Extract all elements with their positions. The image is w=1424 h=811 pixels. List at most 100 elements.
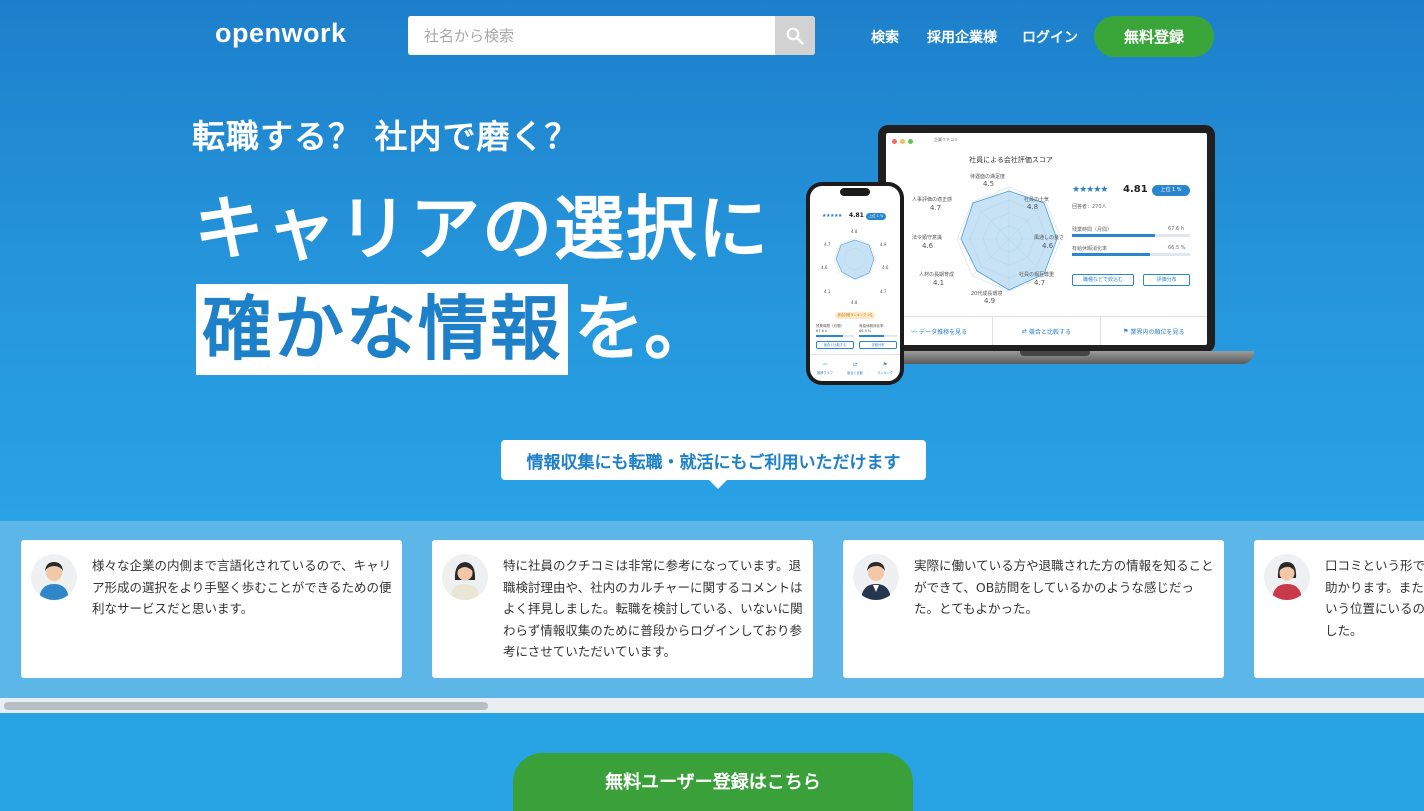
filter-by-job-button[interactable]: 職種などで絞込む (1072, 274, 1134, 286)
phone-mockup: ★★★★★ 4.81 上位 1 % 4.8 4.9 4.6 4.7 4.8 4.… (806, 182, 904, 385)
radar-value: 4.9 (984, 297, 996, 305)
phone-radar-value: 4.6 (821, 265, 828, 270)
user-avatar (853, 554, 899, 600)
testimonial-card: 実際に働いている方や退職された方の情報を知ることができて、OB訪問をしているかの… (843, 540, 1224, 678)
radar-label: 20代成長環境 (971, 291, 1003, 297)
register-button[interactable]: 無料登録 (1094, 16, 1214, 57)
rank-badge: 上位 1 % (1152, 185, 1190, 196)
testimonial-text: 様々な企業の内側まで言語化されているので、キャリア形成の選択をより手堅く歩むこと… (92, 558, 392, 616)
hero-headline-line1: キャリアの選択に (194, 188, 770, 270)
free-signup-button[interactable]: 無料ユーザー登録はこちら (513, 753, 913, 811)
industry-rank-label: 業界内の順位を見る (1130, 328, 1185, 336)
phone-tab-bar: 〰推移グラフ ⇄ 競合と比較 ⚑ ランキング (810, 354, 900, 381)
laptop-tab-label: 企業クチコミ (934, 137, 958, 142)
phone-radar-chart (833, 237, 877, 281)
flag-icon: ⚑ (882, 361, 888, 368)
phone-rating-stars: ★★★★★ (822, 213, 842, 219)
phone-tab-compare[interactable]: ⇄ 競合と比較 (840, 355, 870, 381)
flag-icon: ⚑ (1123, 327, 1131, 335)
phone-notch (840, 188, 870, 196)
radar-value: 4.5 (983, 180, 995, 188)
nav-recruiters[interactable]: 採用企業様 (927, 27, 997, 47)
testimonial-text: 実際に働いている方や退職された方の情報を知ることができて、OB訪問をしているかの… (914, 558, 1214, 616)
hero-headline-line2: 確かな情報 を。 (196, 284, 714, 375)
leave-bar-fill (1072, 253, 1150, 256)
window-dot-red (892, 139, 897, 144)
view-trend-label: データ推移を見る (919, 328, 968, 336)
compare-competitors-label: 競合と比較する (1028, 328, 1071, 336)
testimonials-carousel[interactable]: 様々な企業の内側まで言語化されているので、キャリア形成の選択をより手堅く歩むこと… (0, 521, 1424, 698)
phone-compare-button[interactable]: 競合と比較する (816, 341, 854, 349)
phone-distribution-button[interactable]: 評価分布 (859, 341, 897, 349)
leave-bar (1072, 253, 1190, 256)
phone-stat-bar-fill (816, 335, 843, 337)
phone-radar-value: 4.8 (851, 229, 858, 234)
radar-value: 4.1 (933, 279, 945, 287)
testimonial-text: 特に社員のクチコミは非常に参考になっています。退職検討理由や、社内のカルチャーに… (503, 558, 803, 659)
radar-value: 4.6 (922, 242, 934, 250)
trend-icon: 〰 (822, 362, 828, 368)
laptop-score-title: 社員による会社評価スコア (969, 156, 1053, 164)
laptop-screen-content: 企業クチコミ 社員による会社評価スコア 待遇面の満足度 4.5 社員の士気 4.… (886, 133, 1207, 345)
phone-radar-value: 4.7 (824, 242, 831, 247)
nav-login[interactable]: ログイン (1022, 27, 1078, 47)
radar-label: 人材の長期育成 (919, 272, 955, 278)
radar-value: 4.8 (1027, 203, 1039, 211)
phone-stat-bar (816, 335, 854, 337)
compare-competitors-link[interactable]: ⇄ 競合と比較する (993, 317, 1101, 345)
hero-highlight: 確かな情報 (196, 284, 568, 375)
radar-label: 社員の士気 (1024, 197, 1050, 203)
compare-icon: ⇄ (852, 361, 858, 368)
phone-ranking-pill: 総合評価ランキング 1位 (835, 312, 875, 319)
radar-label: 人事評価の適正感 (912, 197, 953, 203)
rating-distribution-button[interactable]: 評価分布 (1143, 274, 1190, 286)
overtime-value: 67.6 h (1168, 226, 1184, 232)
laptop-footer-actions: 〰 データ推移を見る ⇄ 競合と比較する ⚑ 業界内の順位を見る (886, 316, 1207, 345)
user-avatar (1264, 554, 1310, 600)
laptop-mockup: 企業クチコミ 社員による会社評価スコア 待遇面の満足度 4.5 社員の士気 4.… (878, 125, 1215, 353)
testimonial-card: 口コミという形で企業の内情を知ることができるのは助かります。また経歴を登録するこ… (1254, 540, 1424, 678)
openwork-logo[interactable]: openwork (215, 18, 347, 49)
phone-radar-value: 4.1 (824, 289, 831, 294)
hero-subtitle: 転職する？ 社内で磨く？ (192, 117, 579, 156)
search-box (408, 16, 815, 55)
search-button[interactable] (775, 16, 815, 55)
phone-rating-score: 4.81 (849, 212, 864, 219)
carousel-scrollbar-thumb[interactable] (4, 702, 488, 710)
testimonial-text: 口コミという形で企業の内情を知ることができるのは助かります。また経歴を登録するこ… (1325, 558, 1424, 638)
radar-label: 社員の相互尊重 (1019, 272, 1055, 278)
phone-rank-badge: 上位 1 % (866, 213, 886, 220)
phone-stat-value: 66.5 % (859, 329, 872, 333)
usage-callout: 情報収集にも転職・就活にもご利用いただけます (501, 440, 926, 480)
leave-label: 有給休暇消化率 (1072, 246, 1108, 252)
rating-score: 4.81 (1123, 184, 1148, 195)
phone-stat-bar-fill (859, 335, 885, 337)
overtime-bar-fill (1072, 234, 1155, 237)
radar-label: 法令順守意識 (912, 235, 943, 241)
testimonial-card: 様々な企業の内側まで言語化されているので、キャリア形成の選択をより手堅く歩むこと… (21, 540, 402, 678)
phone-tab-label: ランキング (877, 370, 893, 375)
phone-radar-value: 4.8 (851, 300, 858, 305)
hero-suffix: を。 (574, 288, 714, 370)
phone-radar-value: 4.7 (880, 289, 887, 294)
respondents-count: 回答者：270人 (1072, 204, 1107, 210)
user-avatar (442, 554, 488, 600)
testimonial-card: 特に社員のクチコミは非常に参考になっています。退職検討理由や、社内のカルチャーに… (432, 540, 813, 678)
industry-rank-link[interactable]: ⚑ 業界内の順位を見る (1101, 317, 1207, 345)
nav-search[interactable]: 検索 (871, 27, 899, 47)
phone-tab-label: 競合と比較 (847, 370, 863, 375)
user-avatar (31, 554, 77, 600)
overtime-bar (1072, 234, 1190, 237)
window-dot-yellow (900, 139, 905, 144)
trend-icon: 〰 (911, 328, 920, 336)
radar-label: 風通しの良さ (1034, 235, 1065, 241)
phone-radar-value: 4.9 (880, 242, 887, 247)
radar-value: 4.6 (1042, 242, 1054, 250)
phone-tab-ranking[interactable]: ⚑ ランキング (870, 355, 900, 381)
laptop-notch (1020, 351, 1090, 356)
radar-value: 4.7 (1034, 279, 1046, 287)
search-input[interactable] (408, 16, 775, 55)
phone-tab-trend[interactable]: 〰推移グラフ (810, 355, 840, 381)
window-dot-green (908, 139, 913, 144)
rating-stars: ★★★★★ (1072, 185, 1108, 195)
